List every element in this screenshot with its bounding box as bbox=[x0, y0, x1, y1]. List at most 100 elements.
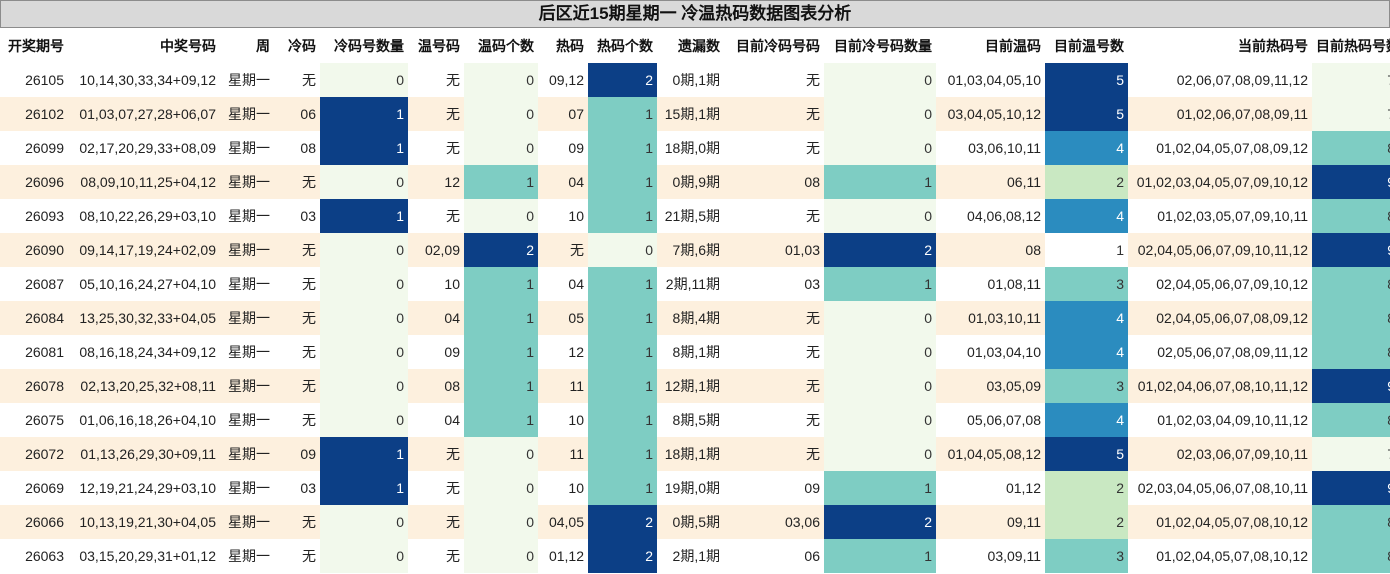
table-cell: 1 bbox=[824, 539, 936, 573]
table-cell: 1 bbox=[464, 301, 538, 335]
table-cell: 无 bbox=[724, 199, 824, 233]
table-cell: 01,03,10,11 bbox=[936, 301, 1045, 335]
table-cell: 9 bbox=[1312, 233, 1390, 267]
table-cell: 4 bbox=[1045, 403, 1128, 437]
table-cell: 03 bbox=[724, 267, 824, 301]
table-cell: 0 bbox=[320, 539, 408, 573]
table-row: 26072 01,13,26,29,30+09,11 星期一 09 1 无 0 11 1 18期,… bbox=[0, 437, 1390, 471]
table-cell: 08 bbox=[724, 165, 824, 199]
table-cell: 0 bbox=[824, 131, 936, 165]
table-cell: 星期一 bbox=[220, 165, 274, 199]
table-cell: 0 bbox=[320, 267, 408, 301]
table-cell: 8 bbox=[1312, 335, 1390, 369]
table-cell: 1 bbox=[588, 165, 657, 199]
table-cell: 9 bbox=[1312, 165, 1390, 199]
table-cell: 星期一 bbox=[220, 301, 274, 335]
table-cell: 5 bbox=[1045, 97, 1128, 131]
table-cell: 09,12 bbox=[538, 63, 588, 97]
table-cell: 02,05,06,07,08,09,11,12 bbox=[1128, 335, 1312, 369]
table-cell: 08 bbox=[408, 369, 464, 403]
table-cell: 无 bbox=[538, 233, 588, 267]
table-cell: 1 bbox=[588, 199, 657, 233]
table-cell: 1 bbox=[588, 369, 657, 403]
table-cell: 1 bbox=[824, 165, 936, 199]
table-cell: 星期一 bbox=[220, 471, 274, 505]
table-cell: 0 bbox=[320, 165, 408, 199]
table-cell: 无 bbox=[724, 437, 824, 471]
table-row: 26090 09,14,17,19,24+02,09 星期一无 0 02,09 2 无 0 7期… bbox=[0, 233, 1390, 267]
table-cell: 26075 bbox=[0, 403, 68, 437]
table-cell: 2 bbox=[464, 233, 538, 267]
table-cell: 15期,1期 bbox=[657, 97, 724, 131]
table-cell: 无 bbox=[408, 471, 464, 505]
table-cell: 8 bbox=[1312, 131, 1390, 165]
col-header: 当前热码号 bbox=[1128, 28, 1312, 63]
table-cell: 02,17,20,29,33+08,09 bbox=[68, 131, 220, 165]
table-cell: 11 bbox=[538, 369, 588, 403]
table-cell: 1 bbox=[320, 471, 408, 505]
table-row: 26087 05,10,16,24,27+04,10 星期一无 0 10 1 04 1 2期,1… bbox=[0, 267, 1390, 301]
table-cell: 无 bbox=[274, 233, 320, 267]
table-cell: 06 bbox=[724, 539, 824, 573]
table-cell: 26102 bbox=[0, 97, 68, 131]
table-cell: 26081 bbox=[0, 335, 68, 369]
table-cell: 无 bbox=[408, 97, 464, 131]
col-header: 目前温码 bbox=[936, 28, 1045, 63]
table-cell: 10 bbox=[408, 267, 464, 301]
table-cell: 09,11 bbox=[936, 505, 1045, 539]
table-cell: 02,04,05,06,07,09,10,11,12 bbox=[1128, 233, 1312, 267]
table-cell: 02,09 bbox=[408, 233, 464, 267]
table-cell: 0 bbox=[824, 403, 936, 437]
table-cell: 星期一 bbox=[220, 267, 274, 301]
table-cell: 26078 bbox=[0, 369, 68, 403]
table-cell: 无 bbox=[724, 63, 824, 97]
table-body: 26105 10,14,30,33,34+09,12 星期一无 0 无 0 09,12 2 0期… bbox=[0, 63, 1390, 573]
table-cell: 1 bbox=[588, 97, 657, 131]
table-cell: 1 bbox=[588, 335, 657, 369]
table-cell: 09 bbox=[274, 437, 320, 471]
table-cell: 12 bbox=[538, 335, 588, 369]
table-cell: 0 bbox=[464, 199, 538, 233]
table-cell: 02,13,20,25,32+08,11 bbox=[68, 369, 220, 403]
table-cell: 01,08,11 bbox=[936, 267, 1045, 301]
table-cell: 18期,0期 bbox=[657, 131, 724, 165]
table-cell: 1 bbox=[588, 301, 657, 335]
table-row: 26078 02,13,20,25,32+08,11 星期一无 0 08 1 11 1 12期,… bbox=[0, 369, 1390, 403]
table-cell: 08 bbox=[936, 233, 1045, 267]
table-cell: 0 bbox=[464, 131, 538, 165]
table-row: 26081 08,16,18,24,34+09,12 星期一无 0 09 1 12 1 8期,1… bbox=[0, 335, 1390, 369]
col-header: 目前温号数 bbox=[1045, 28, 1128, 63]
table-cell: 26087 bbox=[0, 267, 68, 301]
table-cell: 无 bbox=[724, 131, 824, 165]
col-header: 遗漏数 bbox=[657, 28, 724, 63]
table-cell: 8 bbox=[1312, 505, 1390, 539]
table-cell: 12期,1期 bbox=[657, 369, 724, 403]
table-cell: 01,02,04,05,07,08,10,12 bbox=[1128, 505, 1312, 539]
table-cell: 0 bbox=[824, 97, 936, 131]
table-cell: 1 bbox=[588, 267, 657, 301]
table-cell: 01,13,26,29,30+09,11 bbox=[68, 437, 220, 471]
table-cell: 无 bbox=[724, 301, 824, 335]
col-header: 开奖期号 bbox=[0, 28, 68, 63]
header-row: 开奖期号 中奖号码 周 冷码 冷码号数量 温号码 温码个数 热码 热码个数 遗漏… bbox=[0, 28, 1390, 63]
table-cell: 8 bbox=[1312, 199, 1390, 233]
table-cell: 06,11 bbox=[936, 165, 1045, 199]
data-table: 开奖期号 中奖号码 周 冷码 冷码号数量 温号码 温码个数 热码 热码个数 遗漏… bbox=[0, 28, 1390, 573]
table-cell: 无 bbox=[274, 165, 320, 199]
table-cell: 03,05,09 bbox=[936, 369, 1045, 403]
table-cell: 7 bbox=[1312, 437, 1390, 471]
table-cell: 8 bbox=[1312, 539, 1390, 573]
table-cell: 无 bbox=[274, 403, 320, 437]
table-cell: 02,03,06,07,09,10,11 bbox=[1128, 437, 1312, 471]
table-cell: 1 bbox=[320, 437, 408, 471]
chart-title: 后区近15期星期一 冷温热码数据图表分析 bbox=[0, 0, 1390, 28]
table-row: 26069 12,19,21,24,29+03,10 星期一 03 1 无 0 10 1 19期,… bbox=[0, 471, 1390, 505]
table-cell: 1 bbox=[464, 403, 538, 437]
table-cell: 0 bbox=[824, 369, 936, 403]
table-row: 26102 01,03,07,27,28+06,07 星期一 06 1 无 0 07 1 15期,… bbox=[0, 97, 1390, 131]
table-row: 26066 10,13,19,21,30+04,05 星期一无 0 无 0 04,05 2 0期… bbox=[0, 505, 1390, 539]
table-cell: 2期,1期 bbox=[657, 539, 724, 573]
table-cell: 08 bbox=[274, 131, 320, 165]
table-cell: 1 bbox=[588, 437, 657, 471]
table-row: 26093 08,10,22,26,29+03,10 星期一 03 1 无 0 10 1 21期,… bbox=[0, 199, 1390, 233]
